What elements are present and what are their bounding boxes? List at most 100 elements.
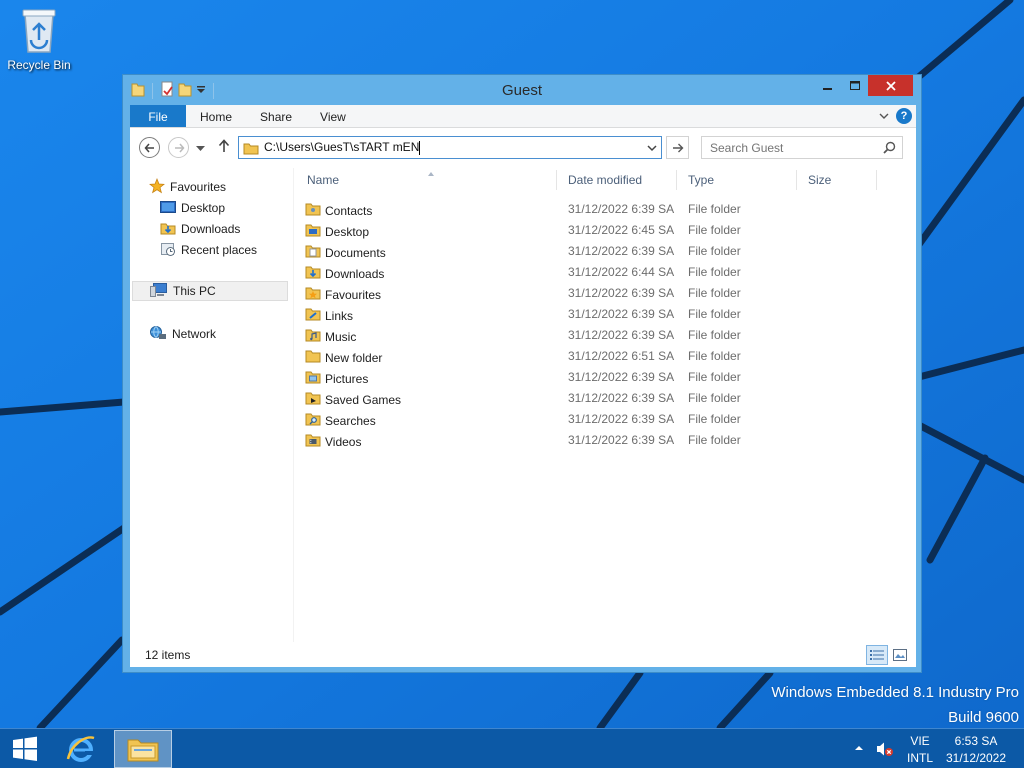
file-date: 31/12/2022 6:39 SA: [568, 202, 675, 216]
large-icons-view-button[interactable]: [889, 645, 911, 665]
tab-share[interactable]: Share: [246, 105, 306, 127]
internet-explorer-button[interactable]: [58, 729, 104, 768]
details-view-button[interactable]: [866, 645, 888, 665]
volume-muted-icon[interactable]: [876, 741, 894, 760]
os-watermark-build: Build 9600: [948, 709, 1019, 726]
file-date: 31/12/2022 6:39 SA: [568, 433, 675, 447]
search-box[interactable]: [701, 136, 903, 159]
file-name: Pictures: [325, 371, 369, 386]
file-row[interactable]: Videos 31/12/2022 6:39 SA File folder: [295, 430, 905, 451]
go-arrow-icon: [672, 143, 683, 152]
nav-item-this-pc[interactable]: This PC: [132, 281, 288, 301]
file-date: 31/12/2022 6:39 SA: [568, 328, 675, 342]
file-explorer-taskbar-button[interactable]: [114, 730, 172, 768]
pictures-folder-icon: [305, 369, 321, 388]
expand-ribbon-icon[interactable]: [879, 109, 889, 123]
downloads-folder-icon: [305, 264, 321, 283]
search-icon[interactable]: [883, 141, 896, 157]
nav-item-label: Network: [172, 327, 217, 341]
nav-item-label: This PC: [173, 284, 216, 298]
help-icon[interactable]: ?: [896, 108, 912, 124]
recycle-bin[interactable]: Recycle Bin: [4, 6, 74, 72]
file-name-cell: Videos: [305, 432, 361, 451]
folder-icon: [305, 348, 321, 367]
file-row[interactable]: Desktop 31/12/2022 6:45 SA File folder: [295, 220, 905, 241]
show-hidden-icons-button[interactable]: [854, 741, 864, 755]
minimize-button[interactable]: [814, 75, 841, 96]
chevron-down-icon: [196, 146, 205, 151]
file-name: Desktop: [325, 224, 370, 239]
start-button[interactable]: [0, 729, 50, 768]
file-date: 31/12/2022 6:39 SA: [568, 370, 675, 384]
star-icon: [149, 177, 165, 197]
downloads-icon: [160, 220, 176, 239]
file-row[interactable]: Saved Games 31/12/2022 6:39 SA File fold…: [295, 388, 905, 409]
windows-logo-icon: [13, 736, 37, 761]
column-header-size[interactable]: Size: [802, 168, 880, 192]
file-name-cell: Searches: [305, 411, 376, 430]
file-date: 31/12/2022 6:45 SA: [568, 223, 675, 237]
tab-file[interactable]: File: [130, 105, 186, 127]
recent-locations-button[interactable]: [196, 141, 205, 155]
file-row[interactable]: Favourites 31/12/2022 6:39 SA File folde…: [295, 283, 905, 304]
close-button[interactable]: [868, 75, 913, 96]
file-date: 31/12/2022 6:44 SA: [568, 265, 675, 279]
window-controls: [814, 75, 913, 96]
tab-home[interactable]: Home: [186, 105, 246, 127]
file-row[interactable]: Links 31/12/2022 6:39 SA File folder: [295, 304, 905, 325]
clock-time[interactable]: 6:53 SA: [942, 734, 1010, 748]
go-button[interactable]: [666, 136, 689, 159]
saved-games-folder-icon: [305, 390, 321, 409]
column-separator[interactable]: [796, 170, 797, 190]
column-header-type[interactable]: Type: [682, 168, 800, 192]
file-row[interactable]: Pictures 31/12/2022 6:39 SA File folder: [295, 367, 905, 388]
navigation-pane: Favourites Desktop Downloads Recent plac…: [130, 168, 295, 642]
address-bar[interactable]: C:\Users\GuesT\sTART mEN: [238, 136, 662, 159]
file-row[interactable]: Contacts 31/12/2022 6:39 SA File folder: [295, 199, 905, 220]
file-date: 31/12/2022 6:39 SA: [568, 244, 675, 258]
recycle-bin-label: Recycle Bin: [7, 58, 71, 72]
file-row[interactable]: Documents 31/12/2022 6:39 SA File folder: [295, 241, 905, 262]
column-separator[interactable]: [876, 170, 877, 190]
file-row[interactable]: New folder 31/12/2022 6:51 SA File folde…: [295, 346, 905, 367]
navigation-row: C:\Users\GuesT\sTART mEN: [130, 128, 916, 168]
nav-item-desktop[interactable]: Desktop: [160, 198, 225, 218]
language-indicator[interactable]: VIE: [902, 734, 938, 748]
file-name: Favourites: [325, 287, 382, 302]
tab-view[interactable]: View: [306, 105, 360, 127]
file-name: Contacts: [325, 203, 373, 218]
file-name: Links: [325, 308, 354, 323]
column-separator[interactable]: [676, 170, 677, 190]
chevron-up-icon: [855, 746, 863, 750]
file-type: File folder: [688, 286, 741, 300]
nav-item-favourites[interactable]: Favourites: [149, 177, 226, 197]
column-header-name[interactable]: Name: [301, 168, 556, 192]
nav-item-network[interactable]: Network: [149, 324, 216, 344]
file-row[interactable]: Downloads 31/12/2022 6:44 SA File folder: [295, 262, 905, 283]
file-name-cell: Saved Games: [305, 390, 401, 409]
maximize-button[interactable]: [841, 75, 868, 96]
up-button[interactable]: [218, 139, 230, 156]
pane-splitter[interactable]: [293, 168, 294, 642]
chevron-down-icon: [647, 144, 657, 151]
file-row[interactable]: Music 31/12/2022 6:39 SA File folder: [295, 325, 905, 346]
file-row[interactable]: Searches 31/12/2022 6:39 SA File folder: [295, 409, 905, 430]
keyboard-layout-indicator[interactable]: INTL: [902, 751, 938, 765]
address-history-dropdown[interactable]: [643, 137, 661, 158]
title-bar[interactable]: Guest: [123, 75, 921, 105]
nav-item-label: Recent places: [181, 243, 258, 257]
file-name-cell: Contacts: [305, 201, 372, 220]
forward-arrow-icon: [174, 143, 184, 152]
back-button[interactable]: [139, 137, 160, 158]
column-header-date-modified[interactable]: Date modified: [562, 168, 680, 192]
column-separator[interactable]: [556, 170, 557, 190]
clock-date[interactable]: 31/12/2022: [942, 751, 1010, 765]
file-date: 31/12/2022 6:51 SA: [568, 349, 675, 363]
nav-item-recent-places[interactable]: Recent places: [160, 240, 257, 260]
close-icon: [885, 80, 896, 91]
forward-button[interactable]: [168, 137, 189, 158]
item-count: 12 items: [145, 648, 191, 662]
search-input[interactable]: [702, 137, 882, 158]
file-type: File folder: [688, 265, 741, 279]
nav-item-downloads[interactable]: Downloads: [160, 219, 240, 239]
